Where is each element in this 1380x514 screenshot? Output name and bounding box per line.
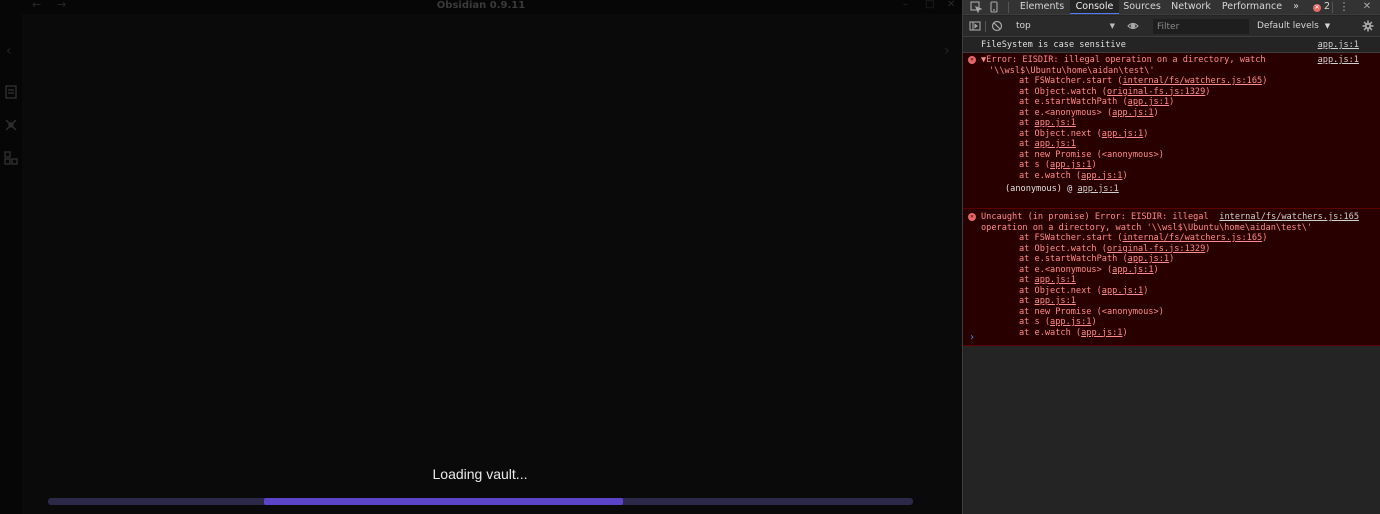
live-expression-eye-icon[interactable] — [1127, 20, 1139, 32]
minimize-icon[interactable]: – — [903, 0, 908, 11]
sidebar-toggle-icon[interactable] — [969, 20, 981, 32]
source-link[interactable]: app.js:1 — [1081, 171, 1122, 181]
context-selector[interactable]: top ▼ — [1011, 19, 1117, 34]
stack-frame: at Object.watch (original-fs.js:1329) — [1019, 243, 1211, 254]
console-prompt[interactable]: › — [969, 332, 975, 343]
stack-frame: at Object.next (app.js:1) — [1019, 285, 1149, 296]
console-message-error: ✕ internal/fs/watchers.js:165 Uncaught (… — [963, 209, 1380, 346]
inspect-element-icon[interactable] — [970, 1, 982, 13]
collapse-right-icon[interactable]: › — [944, 44, 950, 58]
stack-frame: at s (app.js:1) — [1019, 317, 1097, 327]
close-window-icon[interactable]: ✕ — [947, 0, 955, 11]
stack-frame: at new Promise (<anonymous>) — [1019, 149, 1164, 160]
source-link[interactable]: app.js:1 — [1077, 184, 1118, 194]
console-toolbar: top ▼ Default levels ▼ — [963, 16, 1380, 37]
source-link[interactable]: app.js:1 — [1035, 275, 1076, 285]
source-link[interactable]: app.js:1 — [1112, 265, 1153, 275]
stack-frame: at Object.watch (original-fs.js:1329) — [1019, 86, 1211, 97]
error-message-line: '\\wsl$\Ubuntu\home\aidan\test\' — [989, 65, 1155, 76]
source-link[interactable]: app.js:1 — [1081, 328, 1122, 338]
stack-trace: at FSWatcher.start (internal/fs/watchers… — [981, 76, 1380, 181]
devtools-panel: Elements Console Sources Network Perform… — [962, 0, 1380, 514]
devtools-tab-bar: Elements Console Sources Network Perform… — [963, 0, 1380, 15]
source-link[interactable]: app.js:1 — [1112, 108, 1153, 118]
tab-sources[interactable]: Sources — [1120, 0, 1164, 14]
stack-frame: at FSWatcher.start (internal/fs/watchers… — [1019, 233, 1268, 243]
loading-progress-fill — [264, 498, 623, 505]
source-link[interactable]: app.js:1 — [1050, 317, 1091, 327]
stack-frame: at e.startWatchPath (app.js:1) — [1019, 97, 1175, 107]
filter-input[interactable] — [1153, 19, 1249, 34]
stack-frame: at new Promise (<anonymous>) — [1019, 306, 1164, 317]
error-icon: ✕ — [968, 213, 976, 221]
title-bar: ← → Obsidian 0.9.11 – □ ✕ — [0, 0, 962, 14]
stack-frame: at e.<anonymous> (app.js:1) — [1019, 107, 1159, 118]
console-output: FileSystem is case sensitive app.js:1 ✕ … — [963, 38, 1380, 346]
stack-frame: at app.js:1 — [1019, 139, 1076, 149]
console-settings-gear-icon[interactable] — [1362, 20, 1374, 32]
file-explorer-icon[interactable] — [3, 84, 19, 100]
stack-frame: at app.js:1 — [1019, 275, 1076, 285]
stack-trace: at FSWatcher.start (internal/fs/watchers… — [981, 233, 1380, 338]
loading-message: Loading vault... — [432, 466, 528, 482]
source-link[interactable]: app.js:1 — [1128, 254, 1169, 264]
stack-frame: at e.watch (app.js:1) — [1019, 170, 1128, 181]
tab-elements[interactable]: Elements — [1015, 0, 1069, 14]
close-devtools-icon[interactable]: ✕ — [1361, 1, 1373, 13]
left-ribbon: ‹ — [0, 14, 22, 514]
stack-frame: at app.js:1 — [1019, 118, 1076, 128]
source-link[interactable]: internal/fs/watchers.js:165 — [1122, 233, 1262, 243]
error-icon: ✕ — [1313, 4, 1321, 12]
source-link[interactable]: internal/fs/watchers.js:165 — [1219, 212, 1359, 223]
source-link[interactable]: internal/fs/watchers.js:165 — [1122, 76, 1262, 86]
obsidian-window: ← → Obsidian 0.9.11 – □ ✕ ‹ › Loading va… — [0, 0, 962, 514]
stack-frame: at FSWatcher.start (internal/fs/watchers… — [1019, 76, 1268, 86]
stack-frame: at app.js:1 — [1019, 296, 1076, 306]
stack-frame: at e.<anonymous> (app.js:1) — [1019, 264, 1159, 275]
collapse-left-icon[interactable]: ‹ — [6, 44, 12, 58]
log-levels-dropdown[interactable]: Default levels ▼ — [1257, 19, 1330, 34]
stack-frame: at e.watch (app.js:1) — [1019, 327, 1128, 338]
error-count-badge[interactable]: ✕ 2 — [1313, 0, 1330, 14]
stack-frame: at s (app.js:1) — [1019, 160, 1097, 170]
stack-anonymous-line: (anonymous) @ app.js:1 — [1005, 184, 1119, 194]
source-link[interactable]: app.js:1 — [1102, 129, 1143, 139]
source-link[interactable]: app.js:1 — [1318, 55, 1359, 66]
console-message-info: FileSystem is case sensitive app.js:1 — [963, 38, 1380, 53]
caret-down-icon: ▼ — [1109, 22, 1115, 30]
source-link[interactable]: original-fs.js:1329 — [1107, 244, 1205, 254]
tab-console[interactable]: Console — [1070, 0, 1119, 14]
message-text: FileSystem is case sensitive — [981, 40, 1126, 50]
loading-progress-bar — [48, 498, 913, 505]
error-icon: ✕ — [968, 56, 976, 64]
window-title: Obsidian 0.9.11 — [436, 0, 526, 11]
graph-icon[interactable] — [3, 150, 19, 166]
tab-network[interactable]: Network — [1166, 0, 1216, 14]
console-message-error: ✕ app.js:1 ▼Error: EISDIR: illegal opera… — [963, 53, 1380, 209]
tab-performance[interactable]: Performance — [1217, 0, 1287, 14]
source-link[interactable]: original-fs.js:1329 — [1107, 87, 1205, 97]
source-link[interactable]: app.js:1 — [1035, 296, 1076, 306]
caret-down-icon: ▼ — [1324, 22, 1331, 30]
device-toolbar-icon[interactable] — [988, 1, 1000, 13]
stack-frame: at e.startWatchPath (app.js:1) — [1019, 254, 1175, 264]
clear-console-icon[interactable] — [991, 20, 1003, 32]
more-tabs-icon[interactable]: » — [1289, 0, 1303, 14]
error-message-line: operation on a directory, watch '\\wsl$\… — [981, 222, 1313, 233]
maximize-icon[interactable]: □ — [925, 0, 934, 11]
source-link[interactable]: app.js:1 — [1035, 139, 1076, 149]
source-link[interactable]: app.js:1 — [1102, 286, 1143, 296]
stack-frame: at Object.next (app.js:1) — [1019, 128, 1149, 139]
source-link[interactable]: app.js:1 — [1050, 160, 1091, 170]
source-link[interactable]: app.js:1 — [1128, 97, 1169, 107]
command-palette-icon[interactable] — [3, 117, 19, 133]
more-options-icon[interactable]: ⋮ — [1338, 1, 1350, 13]
source-link[interactable]: app.js:1 — [1318, 40, 1359, 51]
source-link[interactable]: app.js:1 — [1035, 118, 1076, 128]
